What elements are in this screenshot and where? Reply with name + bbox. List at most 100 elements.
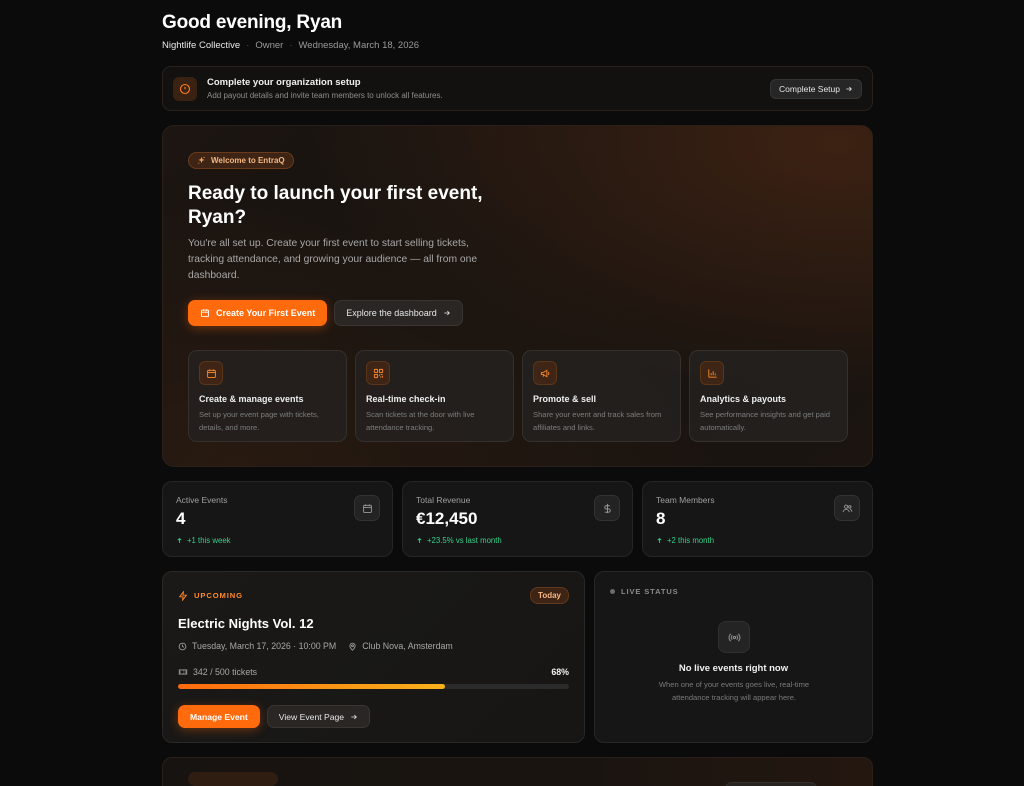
stat-delta-text: +23.5% vs last month <box>427 536 502 545</box>
create-first-event-button[interactable]: Create Your First Event <box>188 300 328 326</box>
live-status-kicker: LIVE STATUS <box>610 587 857 596</box>
feature-title: Analytics & payouts <box>700 394 787 404</box>
dollar-icon <box>594 495 620 521</box>
event-datetime: Tuesday, March 17, 2026 · 10:00 PM <box>178 641 336 651</box>
page-title: Good evening, Ryan <box>162 12 343 33</box>
next-section-card <box>162 757 873 786</box>
bar-chart-icon <box>700 361 724 385</box>
clock-icon <box>178 642 187 651</box>
calendar-icon <box>354 495 380 521</box>
feature-card: Analytics & payouts See performance insi… <box>689 350 848 442</box>
banner-title: Complete your organization setup <box>207 77 361 88</box>
ticket-count: 342 / 500 tickets <box>178 667 257 677</box>
live-empty-title: No live events right now <box>678 663 789 674</box>
live-status-label: LIVE STATUS <box>621 587 679 596</box>
alert-circle-icon <box>173 76 197 101</box>
stat-delta: +1 this week <box>176 536 379 545</box>
calendar-icon <box>199 361 223 385</box>
welcome-hero: Welcome to EntraQ Ready to launch your f… <box>162 125 873 467</box>
feature-description: Set up your event page with tickets, det… <box>199 410 319 432</box>
stat-label: Active Events <box>176 495 228 505</box>
arrow-right-icon <box>845 85 853 93</box>
feature-card: Promote & sell Share your event and trac… <box>522 350 681 442</box>
status-dot <box>610 589 615 594</box>
hero-description: You're all set up. Create your first eve… <box>188 238 478 281</box>
stat-card-active-events: Active Events 4 +1 this week <box>162 481 393 557</box>
ticket-percent: 68% <box>551 667 569 677</box>
complete-setup-button[interactable]: Complete Setup <box>770 78 862 99</box>
separator: · <box>289 40 293 51</box>
welcome-badge: Welcome to EntraQ <box>188 152 294 169</box>
lightning-icon <box>178 590 188 601</box>
stats-row: Active Events 4 +1 this week Total Reven… <box>162 481 873 557</box>
event-datetime-text: Tuesday, March 17, 2026 · 10:00 PM <box>192 641 337 651</box>
stat-value: 8 <box>656 509 666 528</box>
stat-card-team-members: Team Members 8 +2 this month <box>642 481 873 557</box>
welcome-badge-label: Welcome to EntraQ <box>211 156 285 165</box>
feature-card: Real-time check-in Scan tickets at the d… <box>355 350 514 442</box>
upcoming-kicker: UPCOMING <box>178 590 243 601</box>
qr-code-icon <box>366 361 390 385</box>
arrow-up-icon <box>176 537 183 544</box>
hero-actions: Create Your First Event Explore the dash… <box>188 300 463 326</box>
next-section-button[interactable] <box>725 782 817 786</box>
map-pin-icon <box>348 642 357 651</box>
feature-title: Create & manage events <box>199 394 304 404</box>
feature-description: See performance insights and get paid au… <box>700 410 831 432</box>
feature-title: Real-time check-in <box>366 394 446 404</box>
stat-label: Team Members <box>656 495 715 505</box>
ticket-icon <box>178 667 188 677</box>
event-header: UPCOMING Today <box>178 587 569 604</box>
banner-text: Complete your organization setup Add pay… <box>207 77 770 100</box>
arrow-up-icon <box>416 537 423 544</box>
current-date: Wednesday, March 18, 2026 <box>298 40 420 51</box>
stat-delta-text: +1 this week <box>187 536 231 545</box>
user-role: Owner <box>255 40 284 51</box>
upcoming-label: UPCOMING <box>194 591 243 600</box>
manage-event-button[interactable]: Manage Event <box>178 705 260 728</box>
calendar-icon <box>200 308 210 318</box>
view-event-page-label: View Event Page <box>278 711 345 722</box>
stat-value: €12,450 <box>416 509 478 528</box>
megaphone-icon <box>533 361 557 385</box>
stat-delta: +23.5% vs last month <box>416 536 619 545</box>
next-section-badge <box>188 772 278 786</box>
header-meta: Nightlife Collective · Owner · Wednesday… <box>162 40 419 51</box>
stat-value: 4 <box>176 509 186 528</box>
banner-subtitle: Add payout details and invite team membe… <box>207 91 443 100</box>
stat-card-total-revenue: Total Revenue €12,450 +23.5% vs last mon… <box>402 481 633 557</box>
stat-delta-text: +2 this month <box>667 536 715 545</box>
org-name: Nightlife Collective <box>162 40 241 51</box>
arrow-up-icon <box>656 537 663 544</box>
feature-grid: Create & manage events Set up your event… <box>188 350 848 442</box>
sparkles-icon <box>197 156 206 165</box>
users-icon <box>834 495 860 521</box>
view-event-page-button[interactable]: View Event Page <box>266 705 371 728</box>
complete-setup-label: Complete Setup <box>779 83 840 94</box>
ticket-count-text: 342 / 500 tickets <box>193 667 258 677</box>
create-first-event-label: Create Your First Event <box>216 308 316 318</box>
explore-dashboard-label: Explore the dashboard <box>346 308 437 318</box>
event-meta: Tuesday, March 17, 2026 · 10:00 PM Club … <box>178 641 569 651</box>
event-actions: Manage Event View Event Page <box>178 705 569 728</box>
event-venue: Club Nova, Amsterdam <box>348 641 453 651</box>
feature-description: Scan tickets at the door with live atten… <box>366 410 475 432</box>
ticket-progress-bar <box>178 684 569 689</box>
feature-card: Create & manage events Set up your event… <box>188 350 347 442</box>
event-title: Electric Nights Vol. 12 <box>178 616 314 631</box>
stat-label: Total Revenue <box>416 495 471 505</box>
broadcast-icon <box>718 621 750 653</box>
feature-title: Promote & sell <box>533 394 597 404</box>
explore-dashboard-button[interactable]: Explore the dashboard <box>334 300 463 326</box>
hero-title: Ready to launch your first event, Ryan? <box>188 183 483 228</box>
arrow-right-icon <box>443 309 451 317</box>
manage-event-label: Manage Event <box>190 711 248 722</box>
arrow-right-icon <box>350 713 358 721</box>
separator: · <box>246 40 250 51</box>
live-status-card: LIVE STATUS No live events right now Whe… <box>594 571 873 743</box>
live-empty-description: When one of your events goes live, real-… <box>658 680 810 702</box>
stat-delta: +2 this month <box>656 536 859 545</box>
today-badge: Today <box>530 587 569 604</box>
upcoming-event-card: UPCOMING Today Electric Nights Vol. 12 T… <box>162 571 585 743</box>
setup-banner: Complete your organization setup Add pay… <box>162 66 873 111</box>
